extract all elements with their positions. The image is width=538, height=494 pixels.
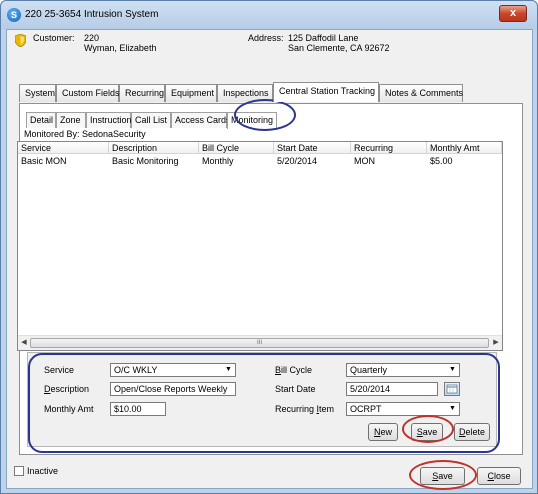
- service-value: O/C WKLY: [114, 365, 158, 375]
- shield-icon: [15, 34, 26, 47]
- grid-header: Service Description Bill Cycle Start Dat…: [18, 142, 502, 154]
- column-header-start-date[interactable]: Start Date: [274, 142, 351, 154]
- subtab-zone[interactable]: Zone: [56, 112, 86, 128]
- recurring-item-value: OCRPT: [350, 404, 382, 414]
- horizontal-scrollbar[interactable]: ◀ III ▶: [18, 335, 502, 350]
- bill-cycle-dropdown[interactable]: Quarterly ▼: [346, 363, 460, 377]
- monthly-amt-label: Monthly Amt: [44, 404, 94, 414]
- subtab-call-list[interactable]: Call List: [131, 112, 171, 128]
- start-date-label: Start Date: [275, 384, 316, 394]
- column-header-recurring[interactable]: Recurring: [351, 142, 427, 154]
- new-button[interactable]: New: [368, 423, 398, 441]
- address-label: Address:: [248, 33, 284, 43]
- cell-description: Basic Monitoring: [112, 156, 179, 166]
- scroll-thumb[interactable]: III: [30, 338, 489, 348]
- dropdown-arrow-icon[interactable]: ▼: [446, 403, 459, 415]
- customer-name: Wyman, Elizabeth: [84, 43, 157, 53]
- title-bar[interactable]: S 220 25-3654 Intrusion System x: [1, 1, 537, 29]
- monthly-amt-input[interactable]: $10.00: [110, 402, 166, 416]
- recurring-item-label: Recurring Item: [275, 404, 335, 414]
- bill-cycle-label: Bill Cycle: [275, 365, 313, 375]
- monitoring-edit-panel: Service O/C WKLY ▼ Description Open/Clos…: [27, 352, 497, 447]
- save-button[interactable]: Save: [420, 467, 465, 485]
- cell-start-date: 5/20/2014: [277, 156, 318, 166]
- column-header-monthly-amt[interactable]: Monthly Amt: [427, 142, 502, 154]
- address-line1: 125 Daffodil Lane: [288, 33, 359, 43]
- inactive-label: Inactive: [27, 466, 59, 476]
- description-label: Description: [44, 384, 90, 394]
- monitoring-grid[interactable]: Service Description Bill Cycle Start Dat…: [17, 141, 503, 351]
- delete-button[interactable]: Delete: [454, 423, 490, 441]
- window-title: 220 25-3654 Intrusion System: [25, 9, 159, 20]
- tab-equipment[interactable]: Equipment: [165, 84, 217, 102]
- calendar-icon[interactable]: [444, 382, 460, 396]
- scroll-left-icon[interactable]: ◀: [19, 338, 29, 348]
- subtab-instruction[interactable]: Instruction: [86, 112, 132, 128]
- customer-number: 220: [84, 33, 100, 43]
- tab-inspections[interactable]: Inspections: [217, 84, 273, 102]
- tab-notes-comments[interactable]: Notes & Comments: [379, 84, 463, 102]
- tab-custom-fields[interactable]: Custom Fields: [56, 84, 120, 102]
- sub-tab-strip: Detail Zone Instruction Call List Access…: [26, 112, 326, 129]
- close-button[interactable]: Close: [477, 467, 521, 485]
- cell-monthly-amt: $5.00: [430, 156, 453, 166]
- column-header-service[interactable]: Service: [18, 142, 109, 154]
- cell-recurring: MON: [354, 156, 375, 166]
- column-header-bill-cycle[interactable]: Bill Cycle: [199, 142, 274, 154]
- bill-cycle-value: Quarterly: [350, 365, 388, 375]
- address-line2: San Clemente, CA 92672: [288, 43, 390, 53]
- dropdown-arrow-icon[interactable]: ▼: [446, 364, 459, 376]
- window-client-area: Customer: 220 Wyman, Elizabeth Address: …: [6, 29, 533, 489]
- cell-bill-cycle: Monthly: [202, 156, 234, 166]
- description-input[interactable]: Open/Close Reports Weekly: [110, 382, 236, 396]
- tab-system[interactable]: System: [19, 84, 56, 102]
- subtab-access-cards[interactable]: Access Cards: [171, 112, 231, 128]
- service-label: Service: [44, 365, 75, 375]
- subtab-detail[interactable]: Detail: [26, 112, 56, 128]
- close-window-button[interactable]: x: [499, 5, 527, 22]
- tab-recurring[interactable]: Recurring: [119, 84, 165, 102]
- tab-central-station-tracking[interactable]: Central Station Tracking: [273, 82, 379, 102]
- customer-label: Customer:: [33, 33, 75, 43]
- app-icon: S: [7, 8, 21, 22]
- inactive-checkbox[interactable]: [14, 466, 24, 476]
- dropdown-arrow-icon[interactable]: ▼: [222, 364, 235, 376]
- save-item-button[interactable]: Save: [411, 423, 443, 441]
- monitored-by-label: Monitored By: SedonaSecurity: [24, 129, 146, 139]
- cell-service: Basic MON: [21, 156, 67, 166]
- service-dropdown[interactable]: O/C WKLY ▼: [110, 363, 236, 377]
- start-date-input[interactable]: 5/20/2014: [346, 382, 438, 396]
- subtab-monitoring[interactable]: Monitoring: [227, 112, 277, 129]
- column-header-description[interactable]: Description: [109, 142, 199, 154]
- recurring-item-dropdown[interactable]: OCRPT ▼: [346, 402, 460, 416]
- scroll-right-icon[interactable]: ▶: [491, 338, 501, 348]
- application-window: S 220 25-3654 Intrusion System x Custome…: [0, 0, 538, 494]
